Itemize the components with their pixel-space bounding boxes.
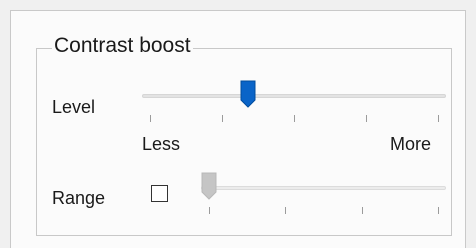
level-max-label: More bbox=[390, 134, 432, 154]
level-min-label: Less bbox=[142, 134, 181, 154]
range-slider-tick bbox=[362, 207, 363, 214]
range-slider-tick bbox=[438, 207, 439, 214]
level-slider-thumb[interactable] bbox=[240, 80, 256, 108]
range-slider-track bbox=[201, 186, 446, 190]
range-slider-thumb[interactable] bbox=[201, 172, 217, 200]
range-checkbox[interactable] bbox=[151, 185, 168, 202]
range-slider-tick bbox=[285, 207, 286, 214]
group-title: Contrast boost bbox=[52, 33, 193, 59]
level-slider-tick bbox=[294, 115, 295, 122]
range-slider[interactable] bbox=[201, 172, 446, 218]
level-slider-tick bbox=[222, 115, 223, 122]
level-slider-track bbox=[142, 94, 446, 98]
range-label: Range bbox=[52, 188, 106, 208]
level-slider[interactable] bbox=[142, 80, 446, 126]
level-label: Level bbox=[52, 97, 96, 117]
range-slider-tick bbox=[209, 207, 210, 214]
level-slider-tick bbox=[150, 115, 151, 122]
level-slider-tick bbox=[366, 115, 367, 122]
level-slider-tick bbox=[438, 115, 439, 122]
